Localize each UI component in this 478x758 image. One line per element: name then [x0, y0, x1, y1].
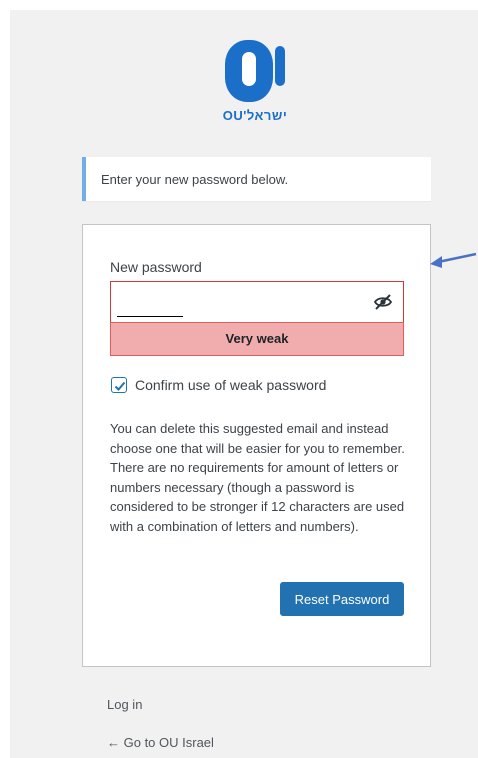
new-password-label: New password [110, 259, 202, 275]
site-logo[interactable]: OU'ישראל [217, 38, 293, 130]
new-password-input[interactable] [110, 281, 404, 323]
password-strength-meter: Very weak [110, 322, 404, 356]
checkmark-icon [114, 381, 126, 391]
confirm-weak-password-label[interactable]: Confirm use of weak password [135, 377, 326, 393]
reset-password-form: New password Very weak Confirm use of we… [82, 224, 431, 667]
arrow-left-icon [430, 252, 477, 268]
notice-text: Enter your new password below. [101, 172, 289, 187]
hide-password-icon[interactable] [373, 293, 393, 311]
back-to-site-link[interactable]: ← Go to OU Israel [107, 735, 214, 750]
confirm-weak-password-checkbox[interactable] [111, 377, 127, 393]
password-hint: You can delete this suggested email and … [110, 421, 405, 534]
info-notice: Enter your new password below. [82, 157, 431, 201]
login-link[interactable]: Log in [107, 697, 142, 712]
password-text-cursor [117, 316, 183, 317]
reset-password-button[interactable]: Reset Password [280, 582, 404, 616]
ou-logo-icon [225, 40, 285, 102]
logo-text: OU'ישראל [222, 108, 288, 123]
